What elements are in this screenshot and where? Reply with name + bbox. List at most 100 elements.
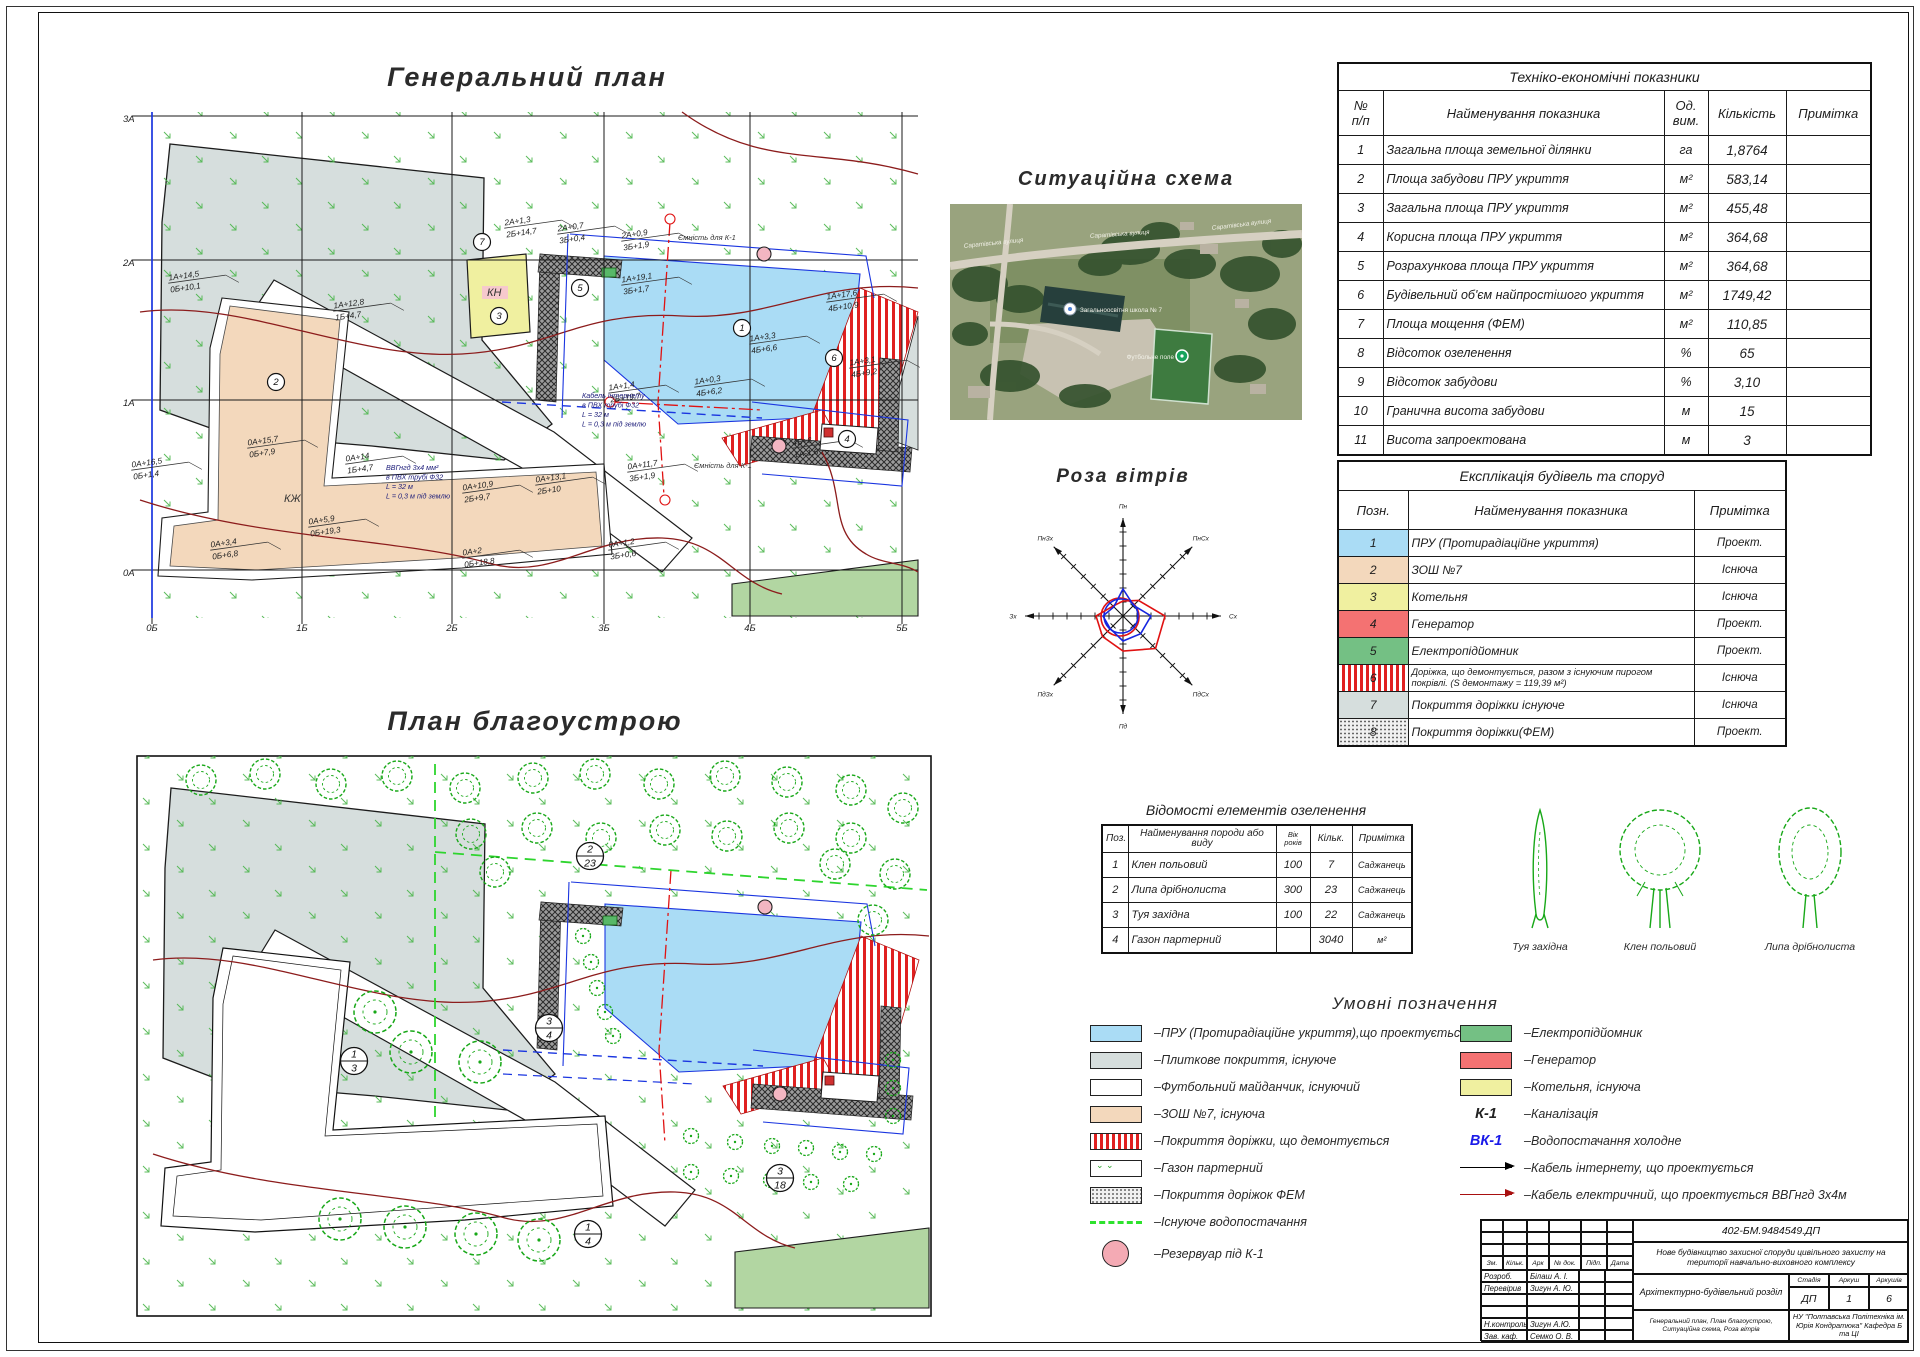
- title-block-right: 402-БМ.9484549.ДП Нове будівництво захис…: [1633, 1220, 1909, 1342]
- col-note: Примітка: [1694, 491, 1786, 530]
- axis-col-label: 0Б: [146, 623, 157, 634]
- col-note: Примітка: [1786, 91, 1871, 136]
- legend-item-label: –Резервуар під К-1: [1154, 1247, 1264, 1261]
- shape: L = 0,3 м під землю: [386, 492, 451, 501]
- shape: 5: [577, 283, 583, 294]
- empty-cell: [1481, 1244, 1503, 1256]
- greening-cell: Саджанець: [1352, 878, 1412, 903]
- table-cell: 1: [1338, 136, 1383, 165]
- name-cell: ЗОШ №7: [1408, 557, 1694, 584]
- col-qty: Кількість: [1708, 91, 1786, 136]
- table-cell: м²: [1664, 310, 1708, 339]
- empty-cell: [1549, 1220, 1581, 1232]
- gen-plan-title: Генеральний план: [122, 62, 932, 93]
- axis-col-label: 2Б: [445, 623, 457, 634]
- axis-col-label: 4Б: [744, 623, 755, 634]
- legend-right-column: –Електропідйомник–Генератор–Котельня, іс…: [1460, 1024, 1890, 1204]
- date-cell: [1605, 1306, 1633, 1318]
- greening-header-cell: Примітка: [1352, 825, 1412, 853]
- axis-row-label: 2А: [122, 258, 135, 269]
- legend-item: –Футбольний майданчик, існуючий: [1090, 1078, 1460, 1096]
- stage-value-cell: 6: [1869, 1287, 1909, 1310]
- stamp-header-cell: Зм.: [1481, 1256, 1503, 1270]
- table-cell: 455,48: [1708, 194, 1786, 223]
- shape: [474, 1232, 477, 1235]
- stamp-header-cell: Арк: [1527, 1256, 1549, 1270]
- position-callout: 7: [474, 234, 491, 251]
- shape: ВВГнгд 3х4 мм²: [386, 463, 439, 472]
- legend-item-label: –Електропідйомник: [1524, 1026, 1642, 1040]
- role-name-cell: Білаш А. І.: [1527, 1270, 1579, 1282]
- blag-plan-drawing: 223341331814: [135, 744, 935, 1324]
- legend-item: –Газон партерний: [1090, 1159, 1460, 1177]
- dots-swatch-icon: [1090, 1187, 1142, 1204]
- table-cell: [1786, 339, 1871, 368]
- table-cell: 3: [1338, 194, 1383, 223]
- empty-cell: [1581, 1220, 1607, 1232]
- shape: [734, 1141, 736, 1143]
- empty-cell: [1503, 1232, 1527, 1244]
- position-swatch-cell: 1: [1338, 530, 1408, 557]
- axis-col-label: 3Б: [598, 623, 609, 634]
- position-callout: 6: [826, 350, 843, 367]
- table-cell: 5: [1338, 252, 1383, 281]
- legend-item: –Існуюче водопостачання: [1090, 1213, 1460, 1231]
- table-cell: 4: [1338, 223, 1383, 252]
- empty-cell: [1549, 1244, 1581, 1256]
- table-row: 5ЕлектропідйомникПроект.: [1338, 638, 1786, 665]
- school-label: Загальноосвітня школа № 7: [1080, 306, 1162, 314]
- shape: L = 0,3 м під землю: [582, 420, 647, 429]
- shape: 3: [496, 311, 502, 322]
- col-unit: Од. вим.: [1664, 91, 1708, 136]
- table-cell: 8: [1338, 339, 1383, 368]
- shape: [690, 1135, 692, 1137]
- table-cell: 110,85: [1708, 310, 1786, 339]
- field-label: Футбольне поле: [1127, 353, 1175, 361]
- table-cell: м²: [1664, 252, 1708, 281]
- shape: 1: [739, 323, 744, 334]
- role-name-cell: [1527, 1306, 1579, 1318]
- table-cell: 9: [1338, 368, 1383, 397]
- position-callout: 5: [572, 280, 589, 297]
- name-cell: ПРУ (Протирадіаційне укриття): [1408, 530, 1694, 557]
- species-count-callout: 13: [341, 1048, 368, 1075]
- note-cell: Проект.: [1694, 719, 1786, 747]
- greening-header-cell: Кільк.: [1310, 825, 1352, 853]
- legend-item-label: –Кабель інтернету, що проектується: [1524, 1161, 1753, 1175]
- table-row: 5Розрахункова площа ПРУ укриттям²364,68: [1338, 252, 1871, 281]
- table-cell: [1786, 368, 1871, 397]
- table-cell: 7: [1338, 310, 1383, 339]
- shape: [839, 1151, 841, 1153]
- position-swatch-cell: 8: [1338, 719, 1408, 747]
- table-row: 4Корисна площа ПРУ укриттям²364,68: [1338, 223, 1871, 252]
- table-row: 4ГенераторПроект.: [1338, 611, 1786, 638]
- note-cell: Проект.: [1694, 530, 1786, 557]
- greening-header-row: Поз.Найменування породи або видуВік рокі…: [1102, 825, 1412, 853]
- empty-cell: [1481, 1232, 1503, 1244]
- stage-header-cell: Стадія: [1789, 1274, 1829, 1287]
- shape: 3: [777, 1166, 783, 1178]
- table-cell: 364,68: [1708, 252, 1786, 281]
- situation-title: Ситуаційна схема: [950, 168, 1302, 191]
- table-cell: 1,8764: [1708, 136, 1786, 165]
- wind-arrowhead: [1120, 518, 1126, 527]
- gen-plan-drawing: КЖ КН 0Б1Б2Б3Б4Б5Б3А2А1А0А1А+14,50Б+10,1…: [122, 102, 932, 634]
- position-swatch-cell: 6: [1338, 665, 1408, 692]
- position-swatch-cell: 5: [1338, 638, 1408, 665]
- legend-item: –Резервуар під К-1: [1090, 1240, 1460, 1267]
- signature-cell: [1579, 1318, 1605, 1330]
- table-cell: %: [1664, 368, 1708, 397]
- greening-cell: [1276, 928, 1310, 954]
- red-swatch-icon: [1460, 1052, 1512, 1069]
- wind-direction-label: Пд: [1119, 723, 1128, 731]
- legend-item-label: –Покриття доріжки, що демонтується: [1154, 1134, 1389, 1148]
- shape: 1: [351, 1049, 357, 1061]
- wind-direction-label: ПнЗх: [1037, 536, 1053, 543]
- table-row: 7Площа мощення (ФЕМ)м²110,85: [1338, 310, 1871, 339]
- title-block: Зм.Кільк.Арк№ док.Підп.Дата Розроб.Білаш…: [1480, 1219, 1908, 1341]
- shape: [730, 1175, 732, 1177]
- greening-cell: 100: [1276, 903, 1310, 928]
- shape: [690, 1171, 692, 1173]
- shape: L = 32 м: [386, 482, 413, 491]
- black-arrow-swatch-icon: [1460, 1167, 1512, 1169]
